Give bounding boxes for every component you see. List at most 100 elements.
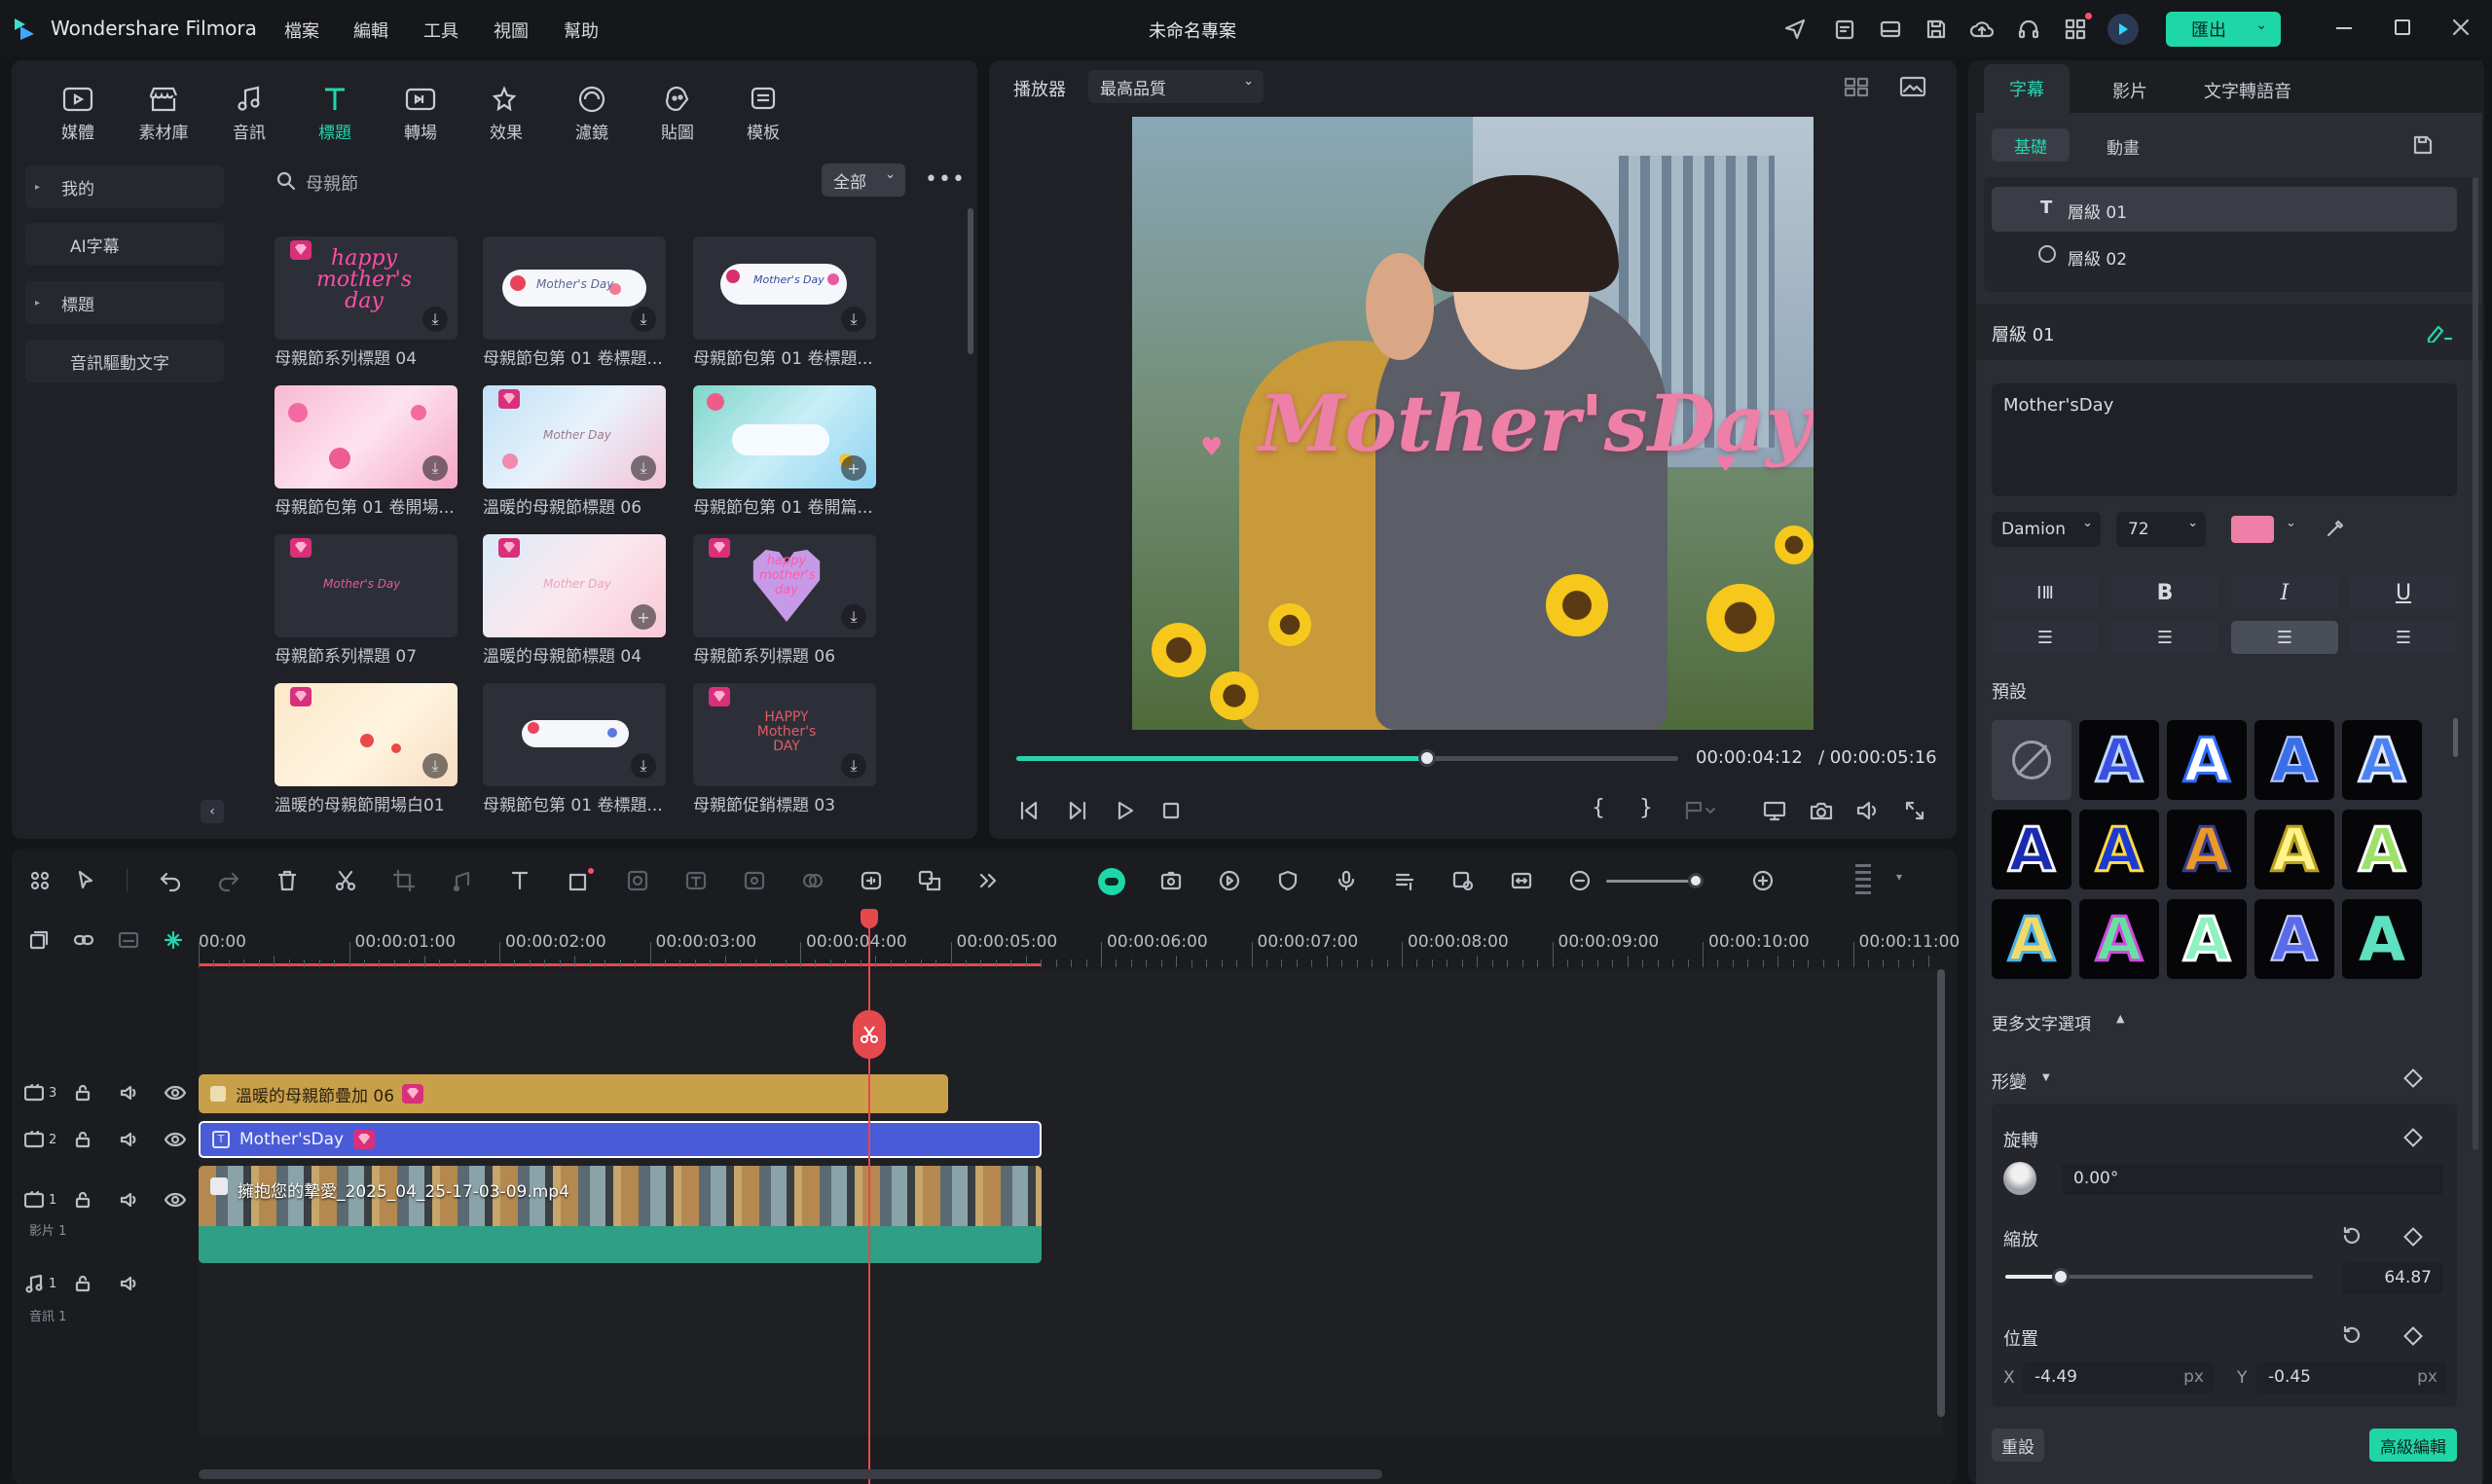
- reset-position-icon[interactable]: [2338, 1321, 2365, 1349]
- translate-icon[interactable]: [915, 866, 944, 895]
- menu-file[interactable]: 檔案: [284, 18, 319, 43]
- download-icon[interactable]: ⤓: [631, 753, 656, 778]
- split-scissors-icon[interactable]: [331, 866, 360, 895]
- camera-snapshot-icon[interactable]: [1807, 796, 1836, 825]
- color-match-icon[interactable]: [798, 866, 827, 895]
- preset-scrollbar[interactable]: [2453, 718, 2458, 757]
- preset-style[interactable]: A: [2342, 810, 2422, 889]
- auto-reframe-icon[interactable]: [1156, 866, 1186, 895]
- ai-text-icon[interactable]: [681, 866, 711, 895]
- magnet-snap-icon[interactable]: [160, 926, 187, 954]
- playhead-head[interactable]: [861, 909, 878, 928]
- lock-icon[interactable]: [72, 1082, 93, 1104]
- eye-icon[interactable]: [164, 1082, 187, 1104]
- minimize-button[interactable]: [2336, 27, 2352, 29]
- reset-button[interactable]: 重設: [1992, 1429, 2044, 1462]
- italic-button[interactable]: I: [2231, 576, 2338, 609]
- reset-scale-icon[interactable]: [2338, 1222, 2365, 1249]
- tab-captions[interactable]: 字幕: [1984, 64, 2070, 113]
- menu-view[interactable]: 視圖: [494, 18, 529, 43]
- playhead-line[interactable]: [868, 919, 870, 1484]
- chevron-down-icon[interactable]: ⌄: [2286, 516, 2296, 530]
- download-icon[interactable]: ⤓: [841, 753, 866, 778]
- subtab-basic[interactable]: 基礎: [1992, 128, 2070, 162]
- align-right-button[interactable]: ☰: [2350, 621, 2457, 654]
- image-snapshot-icon[interactable]: [1898, 74, 1927, 99]
- preset-style[interactable]: A: [2342, 720, 2422, 800]
- category-ai-captions[interactable]: AI字幕: [25, 223, 224, 266]
- preset-style[interactable]: A: [2254, 720, 2334, 800]
- tab-tts[interactable]: 文字轉語音: [2204, 78, 2291, 103]
- mute-icon[interactable]: [119, 1273, 140, 1294]
- microphone-icon[interactable]: [1332, 866, 1361, 895]
- title-thumbnail[interactable]: +: [693, 385, 876, 489]
- download-icon[interactable]: ⤓: [422, 753, 448, 778]
- save-icon[interactable]: [1923, 16, 1950, 43]
- preset-style[interactable]: A: [1992, 899, 2071, 979]
- tab-templates[interactable]: 模板: [724, 80, 802, 148]
- title-thumbnail[interactable]: Mother's Day ⤓: [483, 236, 666, 340]
- mark-out-button[interactable]: }: [1639, 796, 1653, 820]
- download-icon[interactable]: ⤓: [422, 307, 448, 332]
- more-options-icon[interactable]: •••: [925, 167, 966, 192]
- preset-style[interactable]: A: [2342, 899, 2422, 979]
- title-clip[interactable]: T Mother'sDay: [199, 1121, 1042, 1158]
- preset-style[interactable]: A: [2079, 810, 2159, 889]
- filter-dropdown[interactable]: 全部 ⌄: [822, 163, 905, 197]
- pos-y-input[interactable]: -0.45 px: [2256, 1362, 2447, 1394]
- delete-icon[interactable]: [273, 866, 302, 895]
- mark-in-button[interactable]: {: [1592, 796, 1605, 820]
- fullscreen-icon[interactable]: [1900, 796, 1929, 825]
- eye-icon[interactable]: [164, 1129, 187, 1150]
- add-icon[interactable]: +: [841, 455, 866, 481]
- title-thumbnail[interactable]: happy mother's day ⤓: [275, 236, 458, 340]
- bold-button[interactable]: B: [2111, 576, 2218, 609]
- rotate-input[interactable]: 0.00°: [2062, 1164, 2443, 1195]
- align-justify-button[interactable]: ☰: [2231, 621, 2338, 654]
- tab-stickers[interactable]: 貼圖: [639, 80, 716, 148]
- maximize-button[interactable]: [2395, 19, 2410, 35]
- ai-edit-icon[interactable]: [2424, 319, 2455, 344]
- font-size-dropdown[interactable]: 72 ⌄: [2116, 512, 2206, 547]
- category-mine[interactable]: ▸ 我的: [25, 165, 224, 208]
- volume-icon[interactable]: [1853, 796, 1883, 825]
- download-icon[interactable]: ⤓: [631, 455, 656, 481]
- advanced-edit-button[interactable]: 高級編輯: [2369, 1429, 2457, 1462]
- layer-item-1[interactable]: [1992, 187, 2457, 232]
- split-scissors-handle[interactable]: [853, 1010, 886, 1059]
- scale-input[interactable]: 64.87: [2342, 1263, 2443, 1294]
- play-icon[interactable]: [1110, 796, 1139, 825]
- tab-filters[interactable]: 濾鏡: [553, 80, 631, 148]
- eyedropper-icon[interactable]: [2321, 514, 2350, 543]
- add-icon[interactable]: +: [631, 604, 656, 630]
- save-preset-icon[interactable]: [2408, 130, 2437, 160]
- menu-edit[interactable]: 編輯: [353, 18, 388, 43]
- grid-view-icon[interactable]: [1842, 74, 1871, 99]
- title-thumbnail[interactable]: ⤓: [275, 385, 458, 489]
- stabilize-icon[interactable]: [740, 866, 769, 895]
- progress-knob[interactable]: [1417, 749, 1436, 767]
- render-preview-icon[interactable]: [1448, 866, 1478, 895]
- select-tool-icon[interactable]: [72, 866, 101, 895]
- title-thumbnail[interactable]: Mother Day +: [483, 534, 666, 637]
- eye-icon[interactable]: [164, 1189, 187, 1211]
- search-input[interactable]: 母親節: [306, 170, 358, 196]
- title-thumbnail[interactable]: ⤓: [275, 683, 458, 786]
- preset-style[interactable]: A: [1992, 810, 2071, 889]
- scale-slider-knob[interactable]: [2052, 1268, 2070, 1285]
- preset-style[interactable]: A: [2254, 810, 2334, 889]
- send-icon[interactable]: [1781, 16, 1809, 43]
- tab-stock[interactable]: 素材庫: [125, 80, 202, 148]
- playback-progress[interactable]: [1016, 749, 1678, 767]
- category-audio-text[interactable]: 音訊驅動文字: [25, 340, 224, 382]
- download-icon[interactable]: ⤓: [631, 307, 656, 332]
- title-thumbnail[interactable]: Mother Day ⤓: [483, 385, 666, 489]
- quality-dropdown[interactable]: 最高品質 ⌄: [1088, 70, 1264, 103]
- close-button[interactable]: [2449, 16, 2473, 39]
- video-preview[interactable]: ♥ ♥ Mother'sDay: [1132, 117, 1814, 730]
- zoom-slider[interactable]: [1606, 873, 1704, 888]
- layout-grid-icon[interactable]: [25, 866, 55, 895]
- preset-style[interactable]: A: [2167, 899, 2247, 979]
- preset-style[interactable]: A: [2167, 720, 2247, 800]
- preset-none[interactable]: [1992, 720, 2071, 800]
